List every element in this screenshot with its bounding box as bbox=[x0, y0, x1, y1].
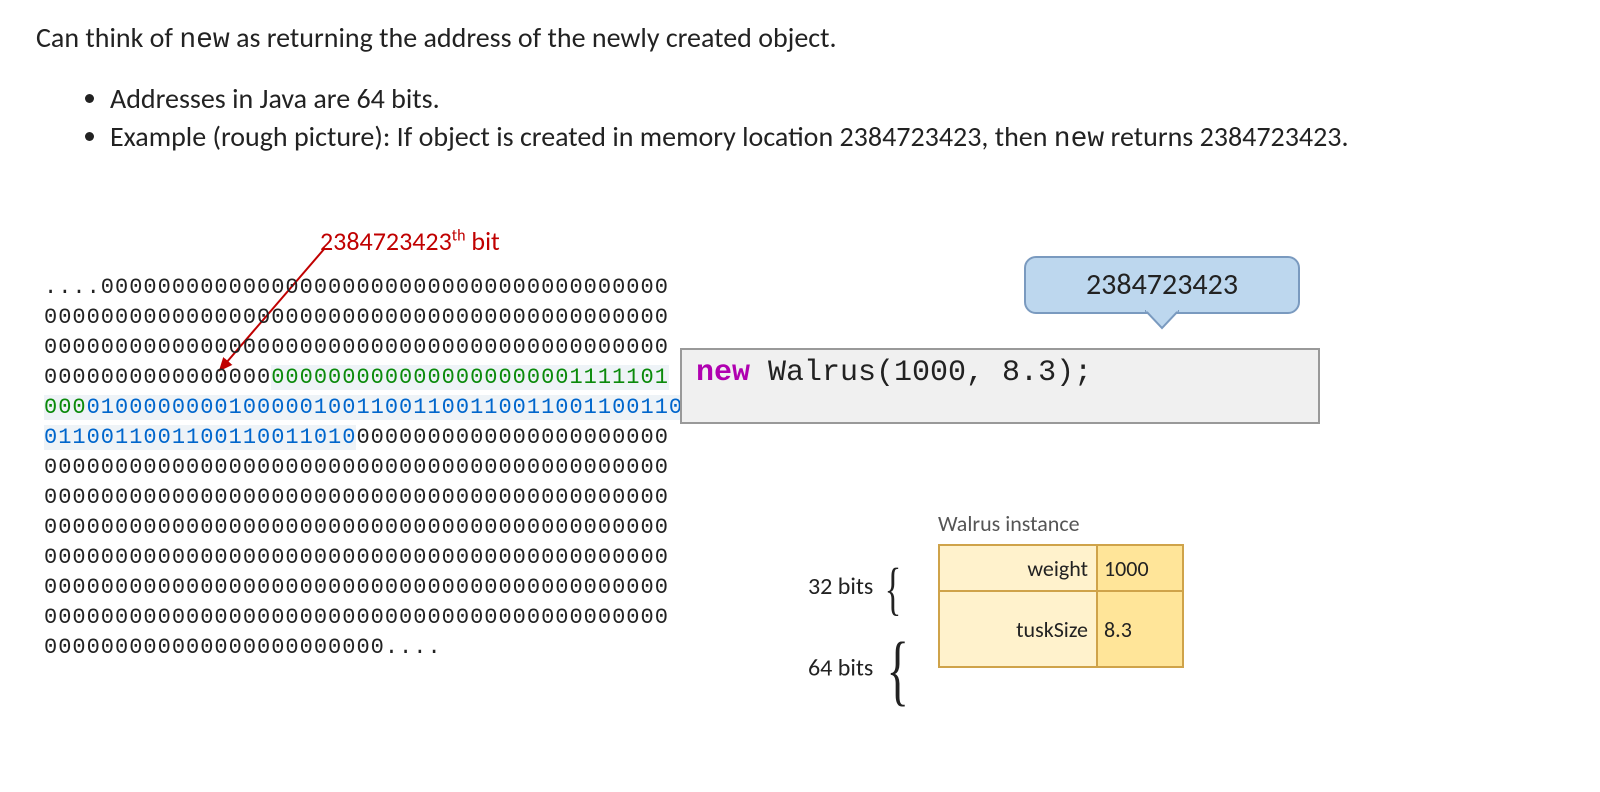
memory-bits: ....000000000000000000000000000000000000… bbox=[44, 273, 797, 663]
mem-line: 0000000000000000000000000000000000000000… bbox=[44, 303, 797, 333]
bullet-2-suffix: returns 2384723423. bbox=[1104, 119, 1348, 154]
label-32bits: 32 bits { bbox=[808, 555, 907, 622]
mem-line: 0000000000000000000000000000000000000000… bbox=[44, 453, 797, 483]
bullet-2-code: new bbox=[1054, 124, 1104, 155]
mem-line: 0000000000000000000000000000000000000000… bbox=[44, 543, 797, 573]
bullet-list: Addresses in Java are 64 bits. Example (… bbox=[70, 80, 1349, 159]
mem-line: 0110011001100110011010000000000000000000… bbox=[44, 423, 797, 453]
address-value: 2384723423 bbox=[1086, 266, 1238, 303]
intro-code: new bbox=[179, 25, 229, 56]
tusksize-value: 8.3 bbox=[1097, 591, 1183, 667]
bubble-tail-icon bbox=[1145, 310, 1179, 330]
mem-seg: 0000000000000000 bbox=[44, 365, 271, 390]
bit-position-label: 2384723423th bit bbox=[320, 225, 500, 257]
code-box: new Walrus(1000, 8.3); bbox=[680, 348, 1320, 424]
intro-prefix: Can think of bbox=[36, 20, 179, 55]
bullet-2-prefix: Example (rough picture): If object is cr… bbox=[110, 119, 1054, 154]
slide: Can think of new as returning the addres… bbox=[0, 0, 1600, 792]
bit-position-sup: th bbox=[452, 226, 466, 245]
bit-position-number: 2384723423 bbox=[320, 225, 452, 257]
mem-line: 0000000000000000000000000000000000000000… bbox=[44, 603, 797, 633]
mem-line: 000000000000000000000000.... bbox=[44, 633, 797, 663]
tusksize-label: tuskSize bbox=[939, 591, 1097, 667]
label-32bits-text: 32 bits bbox=[808, 572, 873, 601]
weight-value: 1000 bbox=[1097, 545, 1183, 591]
table-row: tuskSize 8.3 bbox=[939, 591, 1183, 667]
mem-seg-tusk: 0110011001100110011010 bbox=[44, 425, 356, 450]
bullet-2: Example (rough picture): If object is cr… bbox=[110, 118, 1349, 159]
instance-title: Walrus instance bbox=[938, 510, 1080, 537]
instance-table: weight 1000 tuskSize 8.3 bbox=[938, 544, 1184, 668]
mem-line: 0000000000000000000000000000000000000000… bbox=[44, 483, 797, 513]
mem-line: 0000000000000000000000000000000000000000… bbox=[44, 513, 797, 543]
intro-suffix: as returning the address of the newly cr… bbox=[230, 20, 837, 55]
mem-line: ....000000000000000000000000000000000000… bbox=[44, 273, 797, 303]
intro-text: Can think of new as returning the addres… bbox=[36, 20, 837, 56]
table-row: weight 1000 bbox=[939, 545, 1183, 591]
weight-label: weight bbox=[939, 545, 1097, 591]
mem-seg-weight: 000 bbox=[44, 395, 87, 420]
mem-seg-weight: 0000000000000000000001111101 bbox=[271, 365, 669, 390]
mem-seg: 0000000000000000000000 bbox=[356, 425, 668, 450]
mem-line: 0000000000000000000000000000000000000000… bbox=[44, 573, 797, 603]
label-64bits: 64 bits { bbox=[808, 625, 916, 715]
label-64bits-text: 64 bits bbox=[808, 654, 873, 683]
address-bubble: 2384723423 bbox=[1024, 256, 1300, 314]
code-rest: Walrus(1000, 8.3); bbox=[750, 356, 1092, 390]
bit-position-suffix: bit bbox=[466, 225, 500, 257]
bullet-1: Addresses in Java are 64 bits. bbox=[110, 80, 1349, 118]
brace-icon: { bbox=[884, 555, 901, 622]
code-keyword: new bbox=[696, 356, 750, 390]
brace-icon: { bbox=[886, 625, 908, 715]
